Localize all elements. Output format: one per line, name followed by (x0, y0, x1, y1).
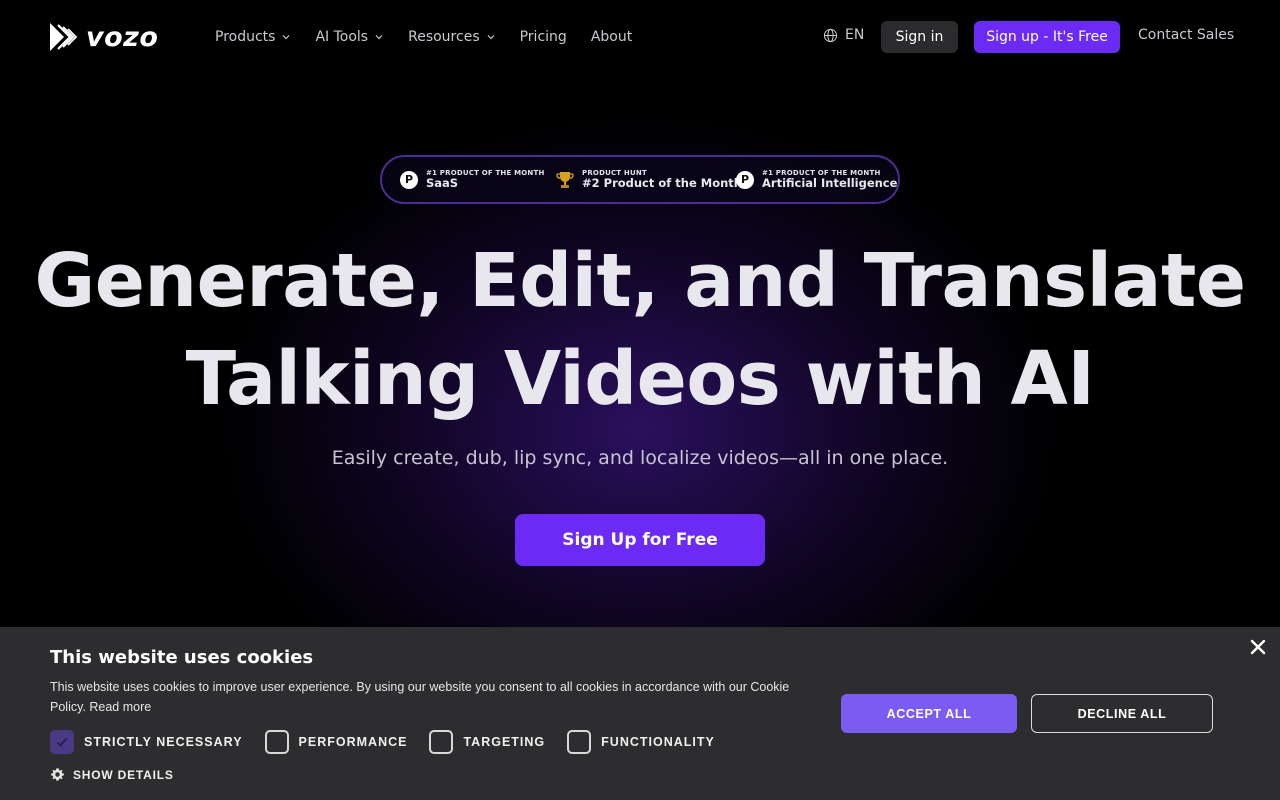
show-details-label: SHOW DETAILS (73, 767, 174, 782)
sign-in-button[interactable]: Sign in (881, 21, 958, 53)
nav-item-label: Pricing (519, 29, 567, 45)
gear-icon (51, 768, 64, 781)
cookie-banner: This website uses cookies This website u… (0, 627, 1280, 800)
producthunt-icon: P (400, 170, 418, 189)
language-selector[interactable]: EN (823, 27, 864, 43)
nav-item-ai-tools[interactable]: AI Tools (315, 29, 384, 45)
close-icon[interactable] (1249, 638, 1267, 656)
hero-headline-line: Generate, Edit, and Translate (34, 238, 1246, 324)
checkbox-label: TARGETING (463, 735, 546, 749)
nav-item-label: Products (215, 29, 276, 45)
nav-item-resources[interactable]: Resources (408, 29, 496, 45)
cookie-category-strictly-necessary[interactable]: STRICTLY NECESSARY (50, 730, 243, 754)
chevron-down-icon (283, 35, 290, 40)
sign-up-button[interactable]: Sign up - It's Free (974, 21, 1120, 53)
trophy-icon (556, 171, 574, 188)
hero-subheadline: Easily create, dub, lip sync, and locali… (331, 447, 949, 469)
cookie-categories: STRICTLY NECESSARY PERFORMANCE TARGETING… (50, 729, 737, 755)
contact-sales-link[interactable]: Contact Sales (1138, 27, 1234, 43)
chevron-down-icon (375, 35, 383, 40)
producthunt-icon: P (736, 170, 754, 189)
hero-headline-line: Talking Videos with AI (185, 336, 1095, 422)
checkbox[interactable] (429, 730, 454, 754)
checkbox-label: PERFORMANCE (298, 735, 408, 749)
badge-title: SaaS (426, 176, 459, 191)
badge-title: #2 Product of the Month (582, 176, 742, 191)
nav-item-products[interactable]: Products (215, 29, 291, 45)
cookie-banner-title: This website uses cookies (50, 647, 314, 668)
hero-headline: Generate, Edit, and Translate Talking Vi… (0, 232, 1280, 428)
chevron-down-icon (487, 35, 495, 40)
cookie-banner-text: This website uses cookies to improve use… (50, 677, 810, 717)
nav-item-pricing[interactable]: Pricing (520, 29, 567, 45)
brand-name: vozo (86, 21, 159, 53)
globe-icon (823, 28, 838, 42)
checkbox[interactable] (567, 730, 592, 754)
cookie-category-functionality[interactable]: FUNCTIONALITY (567, 730, 715, 754)
nav-item-about[interactable]: About (591, 29, 632, 45)
checkbox[interactable] (50, 730, 74, 754)
nav-item-label: AI Tools (315, 29, 369, 45)
vozo-logo-icon (50, 23, 78, 51)
award-badge: PRODUCT HUNT #2 Product of the Month (556, 169, 742, 190)
checkbox-label: STRICTLY NECESSARY (84, 735, 243, 749)
nav-item-label: Resources (408, 29, 480, 45)
language-label: EN (845, 27, 865, 43)
read-more-link[interactable]: Read more (89, 700, 151, 714)
cookie-body-text: This website uses cookies to improve use… (50, 680, 790, 714)
main-menu: Products AI Tools Resources Pricing Abou… (215, 27, 632, 47)
cookie-category-targeting[interactable]: TARGETING (429, 730, 545, 754)
award-badge: P #1 PRODUCT OF THE MONTH SaaS (400, 169, 545, 190)
cookie-category-performance[interactable]: PERFORMANCE (264, 730, 408, 754)
award-badge: P #1 PRODUCT OF THE MONTH Artificial Int… (736, 169, 897, 190)
signup-free-button[interactable]: Sign Up for Free (515, 514, 765, 566)
award-badges: P #1 PRODUCT OF THE MONTH SaaS PRODUCT H… (380, 155, 900, 204)
top-navigation: vozo Products AI Tools Resources Pricing… (0, 0, 1280, 74)
checkmark-icon (56, 737, 68, 747)
accept-all-button[interactable]: ACCEPT ALL (841, 694, 1017, 733)
checkbox-label: FUNCTIONALITY (601, 735, 715, 749)
badge-title: Artificial Intelligence (762, 176, 898, 191)
nav-item-label: About (590, 29, 633, 45)
brand-logo-link[interactable]: vozo (48, 20, 158, 54)
checkbox[interactable] (264, 730, 289, 754)
decline-all-button[interactable]: DECLINE ALL (1031, 694, 1213, 733)
show-details-toggle[interactable]: SHOW DETAILS (50, 767, 174, 782)
